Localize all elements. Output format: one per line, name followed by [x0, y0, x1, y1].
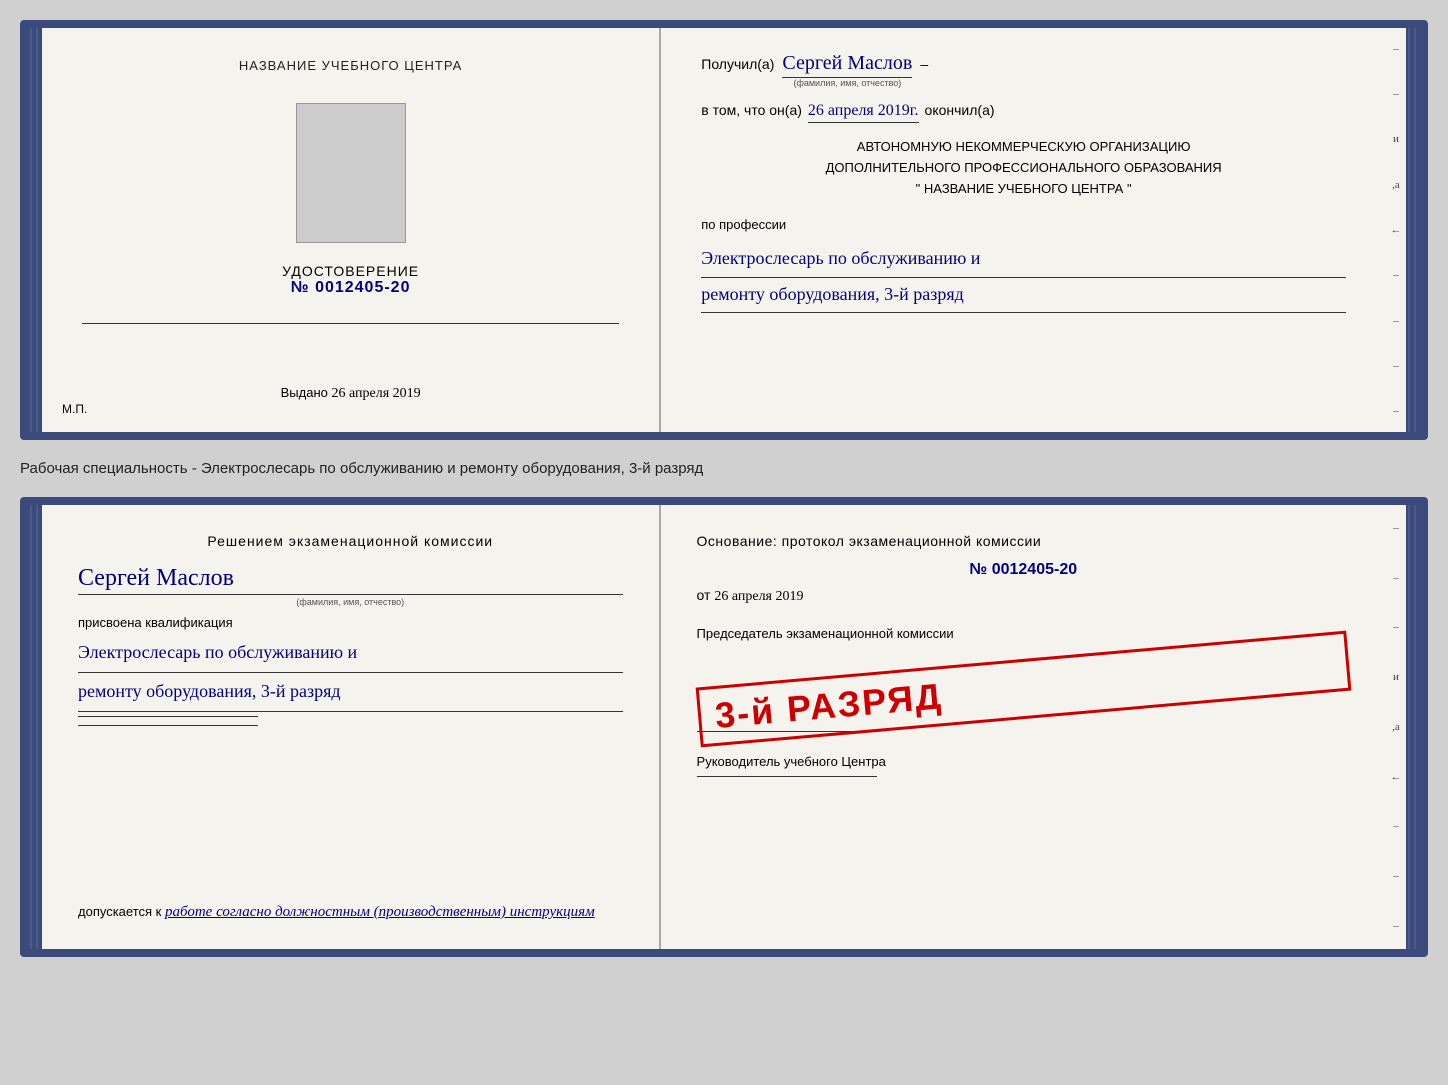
indicator-i: и	[1393, 133, 1399, 145]
qual-profession-block: Электрослесарь по обслуживанию и ремонту…	[78, 634, 623, 712]
ind2-a: ,а	[1392, 721, 1400, 733]
qualification-stamp: 3-й РАЗРЯД	[695, 631, 1351, 748]
fio-label-2: (фамилия, имя, отчество)	[78, 597, 623, 607]
signature-line-2	[78, 725, 258, 726]
proto-prefix: №	[969, 561, 987, 578]
dash-1: –	[920, 56, 928, 72]
udostoverenie-number: № 0012405-20	[282, 279, 419, 297]
vtom-line: в том, что он(а) 26 апреля 2019г. окончи…	[701, 102, 1346, 123]
indicator-dash-4: –	[1393, 315, 1399, 327]
qual-right-panel: Основание: протокол экзаменационной коми…	[661, 505, 1386, 949]
qual-name: Сергей Маслов	[78, 565, 623, 595]
qual-name-block: Сергей Маслов (фамилия, имя, отчество)	[78, 565, 623, 607]
dopuskaetsya-value: работе согласно должностным (производств…	[165, 904, 595, 920]
protocol-number: № 0012405-20	[697, 561, 1350, 579]
org-line1: АВТОНОМНУЮ НЕКОММЕРЧЕСКУЮ ОРГАНИЗАЦИЮ	[701, 137, 1346, 158]
recipient-name: Сергей Маслов	[782, 52, 912, 78]
qual-spine-right	[1406, 505, 1420, 949]
ind2-dash-1: –	[1393, 522, 1399, 534]
vydano-label: Выдано	[281, 385, 328, 400]
poluchil-label: Получил(а)	[701, 56, 774, 72]
number-value: 0012405-20	[315, 279, 410, 296]
indicator-arrow: ←	[1391, 224, 1402, 236]
page-wrapper: НАЗВАНИЕ УЧЕБНОГО ЦЕНТРА УДОСТОВЕРЕНИЕ №…	[20, 20, 1428, 957]
vydano-date: 26 апреля 2019	[331, 386, 420, 401]
divider-1	[82, 323, 619, 324]
specialty-label: Рабочая специальность - Электрослесарь п…	[20, 456, 1428, 481]
ot-date-val: 26 апреля 2019	[714, 589, 803, 604]
po-professii-label: по профессии	[701, 217, 1346, 232]
right-indicators-1: – – и ,а ← – – – –	[1386, 28, 1406, 432]
qual-left-panel: Решением экзаменационной комиссии Сергей…	[42, 505, 661, 949]
resheniem-title: Решением экзаменационной комиссии	[78, 533, 623, 549]
indicator-dash-1: –	[1393, 43, 1399, 55]
recipient-name-block: Сергей Маслов (фамилия, имя, отчество)	[782, 52, 912, 88]
prisvoena-label: присвоена квалификация	[78, 615, 623, 630]
cert-spine-right	[1406, 28, 1420, 432]
center-title-top: НАЗВАНИЕ УЧЕБНОГО ЦЕНТРА	[239, 58, 462, 73]
ot-label: от	[697, 587, 711, 603]
ind2-arrow: ←	[1391, 771, 1402, 783]
vtom-label: в том, что он(а)	[701, 102, 802, 118]
org-text-block: АВТОНОМНУЮ НЕКОММЕРЧЕСКУЮ ОРГАНИЗАЦИЮ ДО…	[701, 137, 1346, 199]
number-prefix: №	[291, 279, 310, 296]
photo-placeholder	[296, 103, 406, 243]
org-quote2: "	[1127, 181, 1132, 196]
org-line2: ДОПОЛНИТЕЛЬНОГО ПРОФЕССИОНАЛЬНОГО ОБРАЗО…	[701, 158, 1346, 179]
org-name: НАЗВАНИЕ УЧЕБНОГО ЦЕНТРА	[924, 181, 1123, 196]
signature-line-1	[78, 716, 258, 717]
org-name-line: " НАЗВАНИЕ УЧЕБНОГО ЦЕНТРА "	[701, 179, 1346, 200]
osnovanie-text: Основание: протокол экзаменационной коми…	[697, 533, 1350, 549]
fio-label-1: (фамилия, имя, отчество)	[782, 78, 912, 88]
ind2-i: и	[1393, 671, 1399, 683]
ind2-dash-2: –	[1393, 572, 1399, 584]
indicator-dash-6: –	[1393, 405, 1399, 417]
udostoverenie-label: УДОСТОВЕРЕНИЕ	[282, 263, 419, 279]
qual-line1: Электрослесарь по обслуживанию и	[78, 634, 623, 673]
ind2-dash-6: –	[1393, 920, 1399, 932]
ind2-dash-5: –	[1393, 870, 1399, 882]
ind2-dash-4: –	[1393, 820, 1399, 832]
indicator-dash-2: –	[1393, 88, 1399, 100]
udostoverenie-block: УДОСТОВЕРЕНИЕ № 0012405-20	[282, 263, 419, 297]
indicator-dash-5: –	[1393, 360, 1399, 372]
certificate-document: НАЗВАНИЕ УЧЕБНОГО ЦЕНТРА УДОСТОВЕРЕНИЕ №…	[20, 20, 1428, 440]
profession-block: Электрослесарь по обслуживанию и ремонту…	[701, 242, 1346, 313]
rukovoditel-label: Руководитель учебного Центра	[697, 752, 1350, 772]
indicator-a: ,а	[1392, 179, 1400, 191]
cert-right-panel: Получил(а) Сергей Маслов (фамилия, имя, …	[661, 28, 1386, 432]
vydano-block: Выдано 26 апреля 2019	[281, 385, 421, 402]
indicator-dash-3: –	[1393, 269, 1399, 281]
cert-left-panel: НАЗВАНИЕ УЧЕБНОГО ЦЕНТРА УДОСТОВЕРЕНИЕ №…	[42, 28, 661, 432]
org-quote1: "	[916, 181, 921, 196]
stamp-text: 3-й РАЗРЯД	[713, 641, 1334, 737]
cert-spine-left	[28, 28, 42, 432]
signature-line-4	[697, 776, 877, 777]
ind2-dash-3: –	[1393, 621, 1399, 633]
dopuskaetsya-section: допускается к работе согласно должностны…	[78, 904, 623, 921]
mp-label: М.П.	[62, 402, 87, 416]
ot-date-block: от 26 апреля 2019	[697, 587, 1350, 605]
profession-line1: Электрослесарь по обслуживанию и	[701, 242, 1346, 277]
qual-line2: ремонту оборудования, 3-й разряд	[78, 673, 623, 712]
qual-spine-left	[28, 505, 42, 949]
recipient-line: Получил(а) Сергей Маслов (фамилия, имя, …	[701, 52, 1346, 88]
vtom-date: 26 апреля 2019г.	[808, 102, 919, 123]
profession-line2: ремонту оборудования, 3-й разряд	[701, 278, 1346, 313]
proto-number: 0012405-20	[992, 561, 1077, 578]
qualification-document: Решением экзаменационной комиссии Сергей…	[20, 497, 1428, 957]
dopuskaetsya-label: допускается к	[78, 904, 161, 919]
okonchil-label: окончил(а)	[925, 102, 995, 118]
right-indicators-2: – – – и ,а ← – – –	[1386, 505, 1406, 949]
